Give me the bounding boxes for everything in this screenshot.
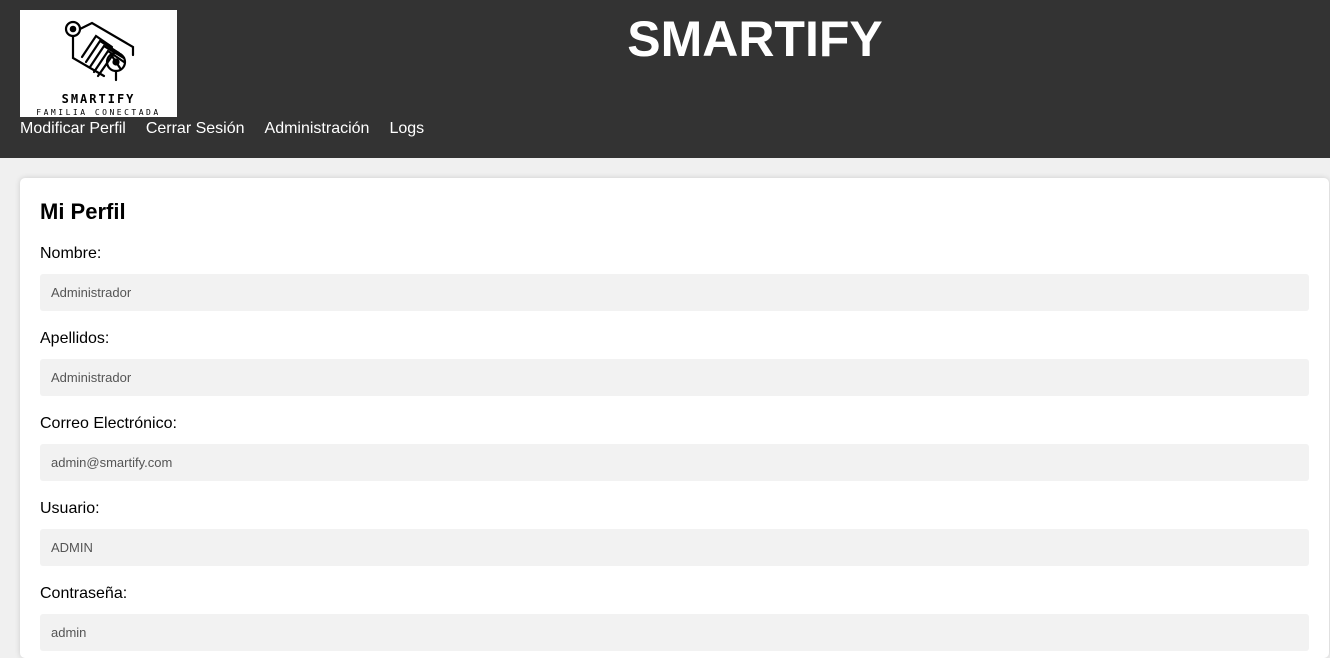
nav-link-modificar-perfil[interactable]: Modificar Perfil — [20, 118, 126, 140]
site-title: SMARTIFY — [627, 11, 883, 67]
site-header: SMARTIFY FAMILIA CONECTADA SMARTIFY Modi… — [0, 0, 1330, 158]
page-title: Mi Perfil — [40, 199, 126, 224]
profile-card: Mi Perfil Nombre: Apellidos: Correo Elec… — [20, 178, 1329, 658]
logo-name: SMARTIFY — [61, 92, 136, 106]
apellidos-label: Apellidos: — [40, 330, 110, 347]
usuario-label: Usuario: — [40, 500, 100, 517]
email-label: Correo Electrónico: — [40, 415, 177, 432]
main-nav: Modificar Perfil Cerrar Sesión Administr… — [20, 118, 424, 140]
nav-link-cerrar-sesion[interactable]: Cerrar Sesión — [146, 118, 245, 140]
house-circuit-icon — [64, 20, 135, 82]
nav-link-logs[interactable]: Logs — [389, 118, 424, 140]
nombre-field[interactable] — [40, 274, 1309, 311]
logo-tagline: FAMILIA CONECTADA — [36, 108, 161, 117]
nombre-label: Nombre: — [40, 245, 102, 262]
nav-link-administracion[interactable]: Administración — [265, 118, 370, 140]
password-label: Contraseña: — [40, 585, 128, 602]
apellidos-field[interactable] — [40, 359, 1309, 396]
email-field[interactable] — [40, 444, 1309, 481]
usuario-field[interactable] — [40, 529, 1309, 566]
logo[interactable]: SMARTIFY FAMILIA CONECTADA — [20, 10, 177, 117]
